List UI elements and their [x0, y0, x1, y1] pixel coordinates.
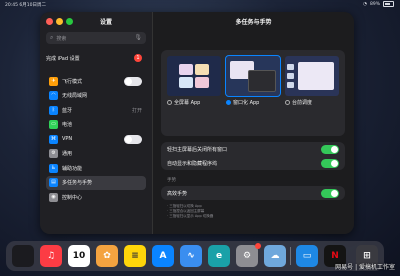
sidebar-item-label: 控制中心: [62, 194, 83, 201]
phone-frame-icon[interactable]: [12, 245, 34, 267]
sidebar-item-label: 通用: [62, 151, 73, 158]
fullscreen-radio[interactable]: [167, 100, 172, 105]
gestures-row[interactable]: 高效手势: [161, 186, 345, 200]
option-windowed[interactable]: 窗口化 App: [225, 55, 281, 124]
gestures-notes: · 三指轻扫以切换 App · 三指捏合以返回主屏幕 · 三指轻扫以显示 App…: [167, 204, 213, 219]
multitasking-icon: ▤: [49, 178, 58, 188]
option-fullscreen[interactable]: 全屏幕 App: [167, 56, 221, 124]
airplane-icon: ✈: [49, 76, 58, 86]
sidebar-item-label: 飞行模式: [62, 78, 83, 85]
battery-icon: [383, 1, 394, 7]
status-right: ◔ 89%: [363, 1, 394, 7]
music-icon[interactable]: ♫: [40, 245, 62, 267]
stage-manager-preview: [285, 56, 339, 96]
stage-manager-radio[interactable]: [285, 100, 290, 105]
multitasking-mode-card: 全屏幕 App 窗口化 App 台前调度: [161, 50, 345, 136]
stage-manager-label: 台前调度: [292, 100, 313, 106]
windowed-description: [226, 108, 280, 124]
auto-dock-toggle[interactable]: [321, 158, 339, 168]
battery-percent: 89%: [369, 1, 380, 7]
auto-dock-row[interactable]: 自动显示和隐藏程序坞: [161, 156, 345, 170]
accessibility-icon: ♿: [49, 163, 58, 173]
airplane-mode-toggle[interactable]: [124, 76, 142, 86]
settings-window: 设置 ⌕ 搜索 🎙 完成 iPad 设置 1 ✈ 飞行模式 ◠ 无线局域网 ᛒ …: [40, 12, 354, 234]
search-input[interactable]: ⌕ 搜索 🎙: [46, 32, 146, 44]
sidebar-item-bluetooth[interactable]: ᛒ 蓝牙 打开: [46, 103, 146, 118]
files-icon[interactable]: ▭: [296, 245, 318, 267]
sidebar-items: ✈ 飞行模式 ◠ 无线局域网 ᛒ 蓝牙 打开 ▭ 电池 ⌘ VPN ⚙ 通用 ♿…: [46, 74, 146, 205]
notes-icon[interactable]: ≡: [124, 245, 146, 267]
stage-manager-description: [285, 108, 339, 124]
status-bar: 20:45 6月10日周二 ◔ 89%: [0, 0, 400, 10]
windowed-radio[interactable]: [226, 100, 231, 105]
vpn-icon: ⌘: [49, 134, 58, 144]
sidebar-item-control-center[interactable]: ◉ 控制中心: [46, 190, 146, 205]
settings-sidebar: 设置 ⌕ 搜索 🎙 完成 iPad 设置 1 ✈ 飞行模式 ◠ 无线局域网 ᛒ …: [40, 12, 153, 234]
weather-icon[interactable]: ☁: [264, 245, 286, 267]
fullscreen-preview: [167, 56, 221, 96]
gesture-note: · 三指轻扫以显示 App 切换器: [167, 214, 214, 218]
close-windows-label: 轻扫主屏幕后关闭所有窗口: [167, 146, 228, 153]
watermark: 网易号 | 爱搞机工作室: [335, 264, 395, 271]
microphone-icon[interactable]: 🎙: [134, 34, 142, 41]
vpn-toggle[interactable]: [124, 134, 142, 144]
control-center-icon: ◉: [49, 192, 58, 202]
sidebar-item-accessibility[interactable]: ♿ 辅助功能: [46, 161, 146, 176]
setup-badge: 1: [134, 54, 142, 62]
settings-badge: [255, 243, 261, 249]
freeform-icon[interactable]: ∿: [180, 245, 202, 267]
calendar-icon[interactable]: 10: [68, 245, 90, 267]
sidebar-item-label: 无线局域网: [62, 93, 88, 100]
wifi-status-icon: ◔: [363, 1, 367, 7]
dock: ♫ 10 ✿ ≡ A ∿ e ⚙ ☁ ▭ N ⊞: [6, 241, 384, 271]
windowed-preview: [225, 55, 281, 97]
gestures-toggle[interactable]: [321, 188, 339, 198]
sidebar-item-battery[interactable]: ▭ 电池: [46, 118, 146, 133]
gear-icon: ⚙: [49, 149, 58, 159]
fullscreen-label: 全屏幕 App: [174, 100, 201, 106]
search-icon: ⌕: [50, 34, 54, 41]
gestures-section-header: 手势: [167, 178, 176, 183]
sidebar-item-general[interactable]: ⚙ 通用: [46, 147, 146, 162]
photos-icon[interactable]: ✿: [96, 245, 118, 267]
settings-icon[interactable]: ⚙: [236, 245, 258, 267]
gestures-label: 高效手势: [167, 190, 188, 197]
sidebar-item-label: 多任务与手势: [62, 180, 93, 187]
status-time: 20:45 6月10日周二: [5, 3, 46, 8]
sidebar-item-label: 电池: [62, 122, 73, 129]
close-windows-toggle[interactable]: [321, 144, 339, 154]
sidebar-item-wifi[interactable]: ◠ 无线局域网: [46, 89, 146, 104]
sidebar-item-label: VPN: [62, 136, 73, 143]
option-stage-manager[interactable]: 台前调度: [285, 56, 339, 124]
bluetooth-status: 打开: [131, 107, 142, 114]
battery-icon: ▭: [49, 120, 58, 130]
wifi-icon: ◠: [49, 91, 58, 101]
sidebar-item-airplane-mode[interactable]: ✈ 飞行模式: [46, 74, 146, 89]
app-store-icon[interactable]: A: [152, 245, 174, 267]
page-title: 多任务与手势: [235, 19, 272, 26]
sidebar-title: 设置: [99, 19, 112, 26]
sidebar-item-multitasking[interactable]: ▤ 多任务与手势: [46, 175, 146, 190]
ipad-screen: 20:45 6月10日周二 ◔ 89% 设置 ⌕ 搜索 🎙 完成 iPad 设置…: [0, 0, 400, 276]
fullscreen-description: [167, 108, 221, 124]
finish-setup-label: 完成 iPad 设置: [46, 55, 80, 62]
finish-setup-item[interactable]: 完成 iPad 设置 1: [46, 50, 146, 66]
sidebar-item-label: 辅助功能: [62, 165, 83, 172]
dock-separator: [290, 247, 291, 265]
multitasking-pane: 多任务与手势 全屏幕 App 窗口化 App 台前调度 轻扫主屏幕后关闭所有窗口…: [153, 12, 354, 234]
bluetooth-icon: ᛒ: [49, 105, 58, 115]
sidebar-item-vpn[interactable]: ⌘ VPN: [46, 132, 146, 147]
sidebar-item-label: 蓝牙: [62, 107, 73, 114]
auto-dock-label: 自动显示和隐藏程序坞: [167, 160, 218, 167]
search-placeholder: 搜索: [56, 35, 67, 42]
close-windows-row[interactable]: 轻扫主屏幕后关闭所有窗口: [161, 142, 345, 156]
edge-icon[interactable]: e: [208, 245, 230, 267]
windowed-label: 窗口化 App: [233, 100, 260, 106]
